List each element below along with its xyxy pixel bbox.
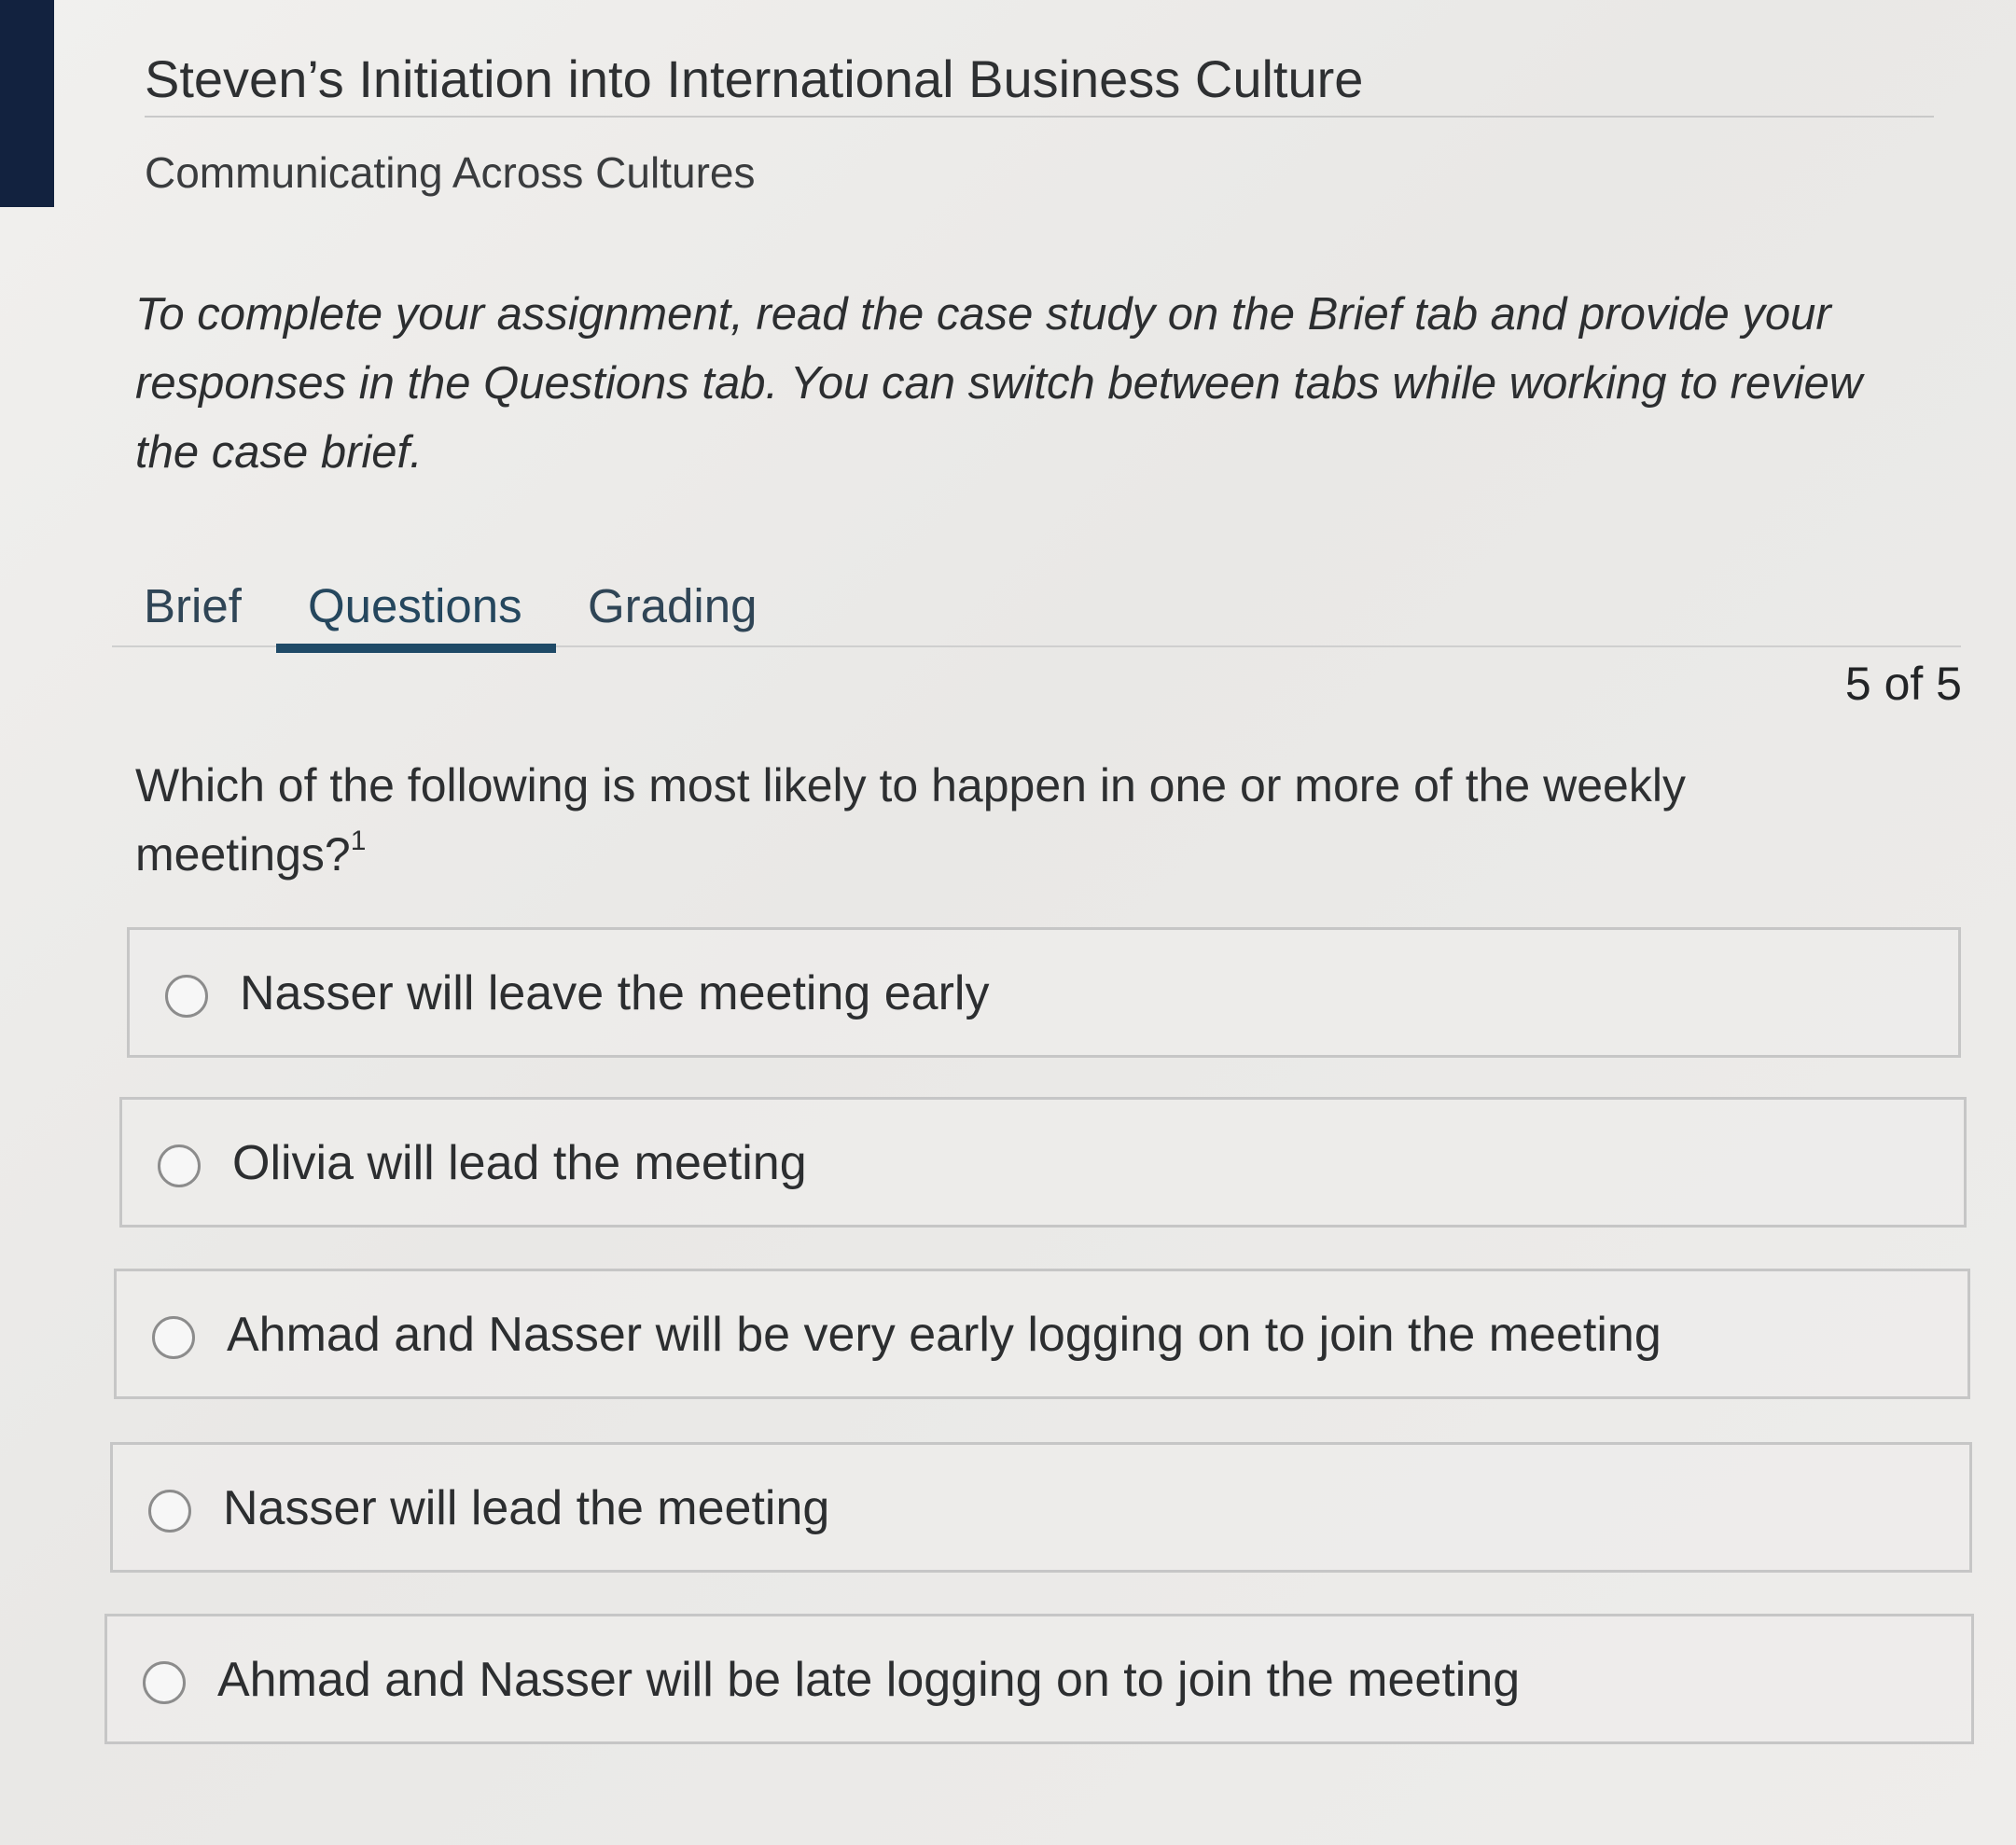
tab-brief[interactable]: Brief	[144, 578, 242, 633]
radio-button[interactable]	[148, 1490, 191, 1533]
answer-option-label: Nasser will lead the meeting	[223, 1481, 830, 1535]
answer-option-5[interactable]: Ahmad and Nasser will be late logging on…	[104, 1614, 1974, 1744]
sidebar-accent-bar	[0, 0, 54, 207]
radio-button[interactable]	[158, 1144, 201, 1187]
tab-grading[interactable]: Grading	[588, 578, 757, 633]
title-divider	[145, 116, 1934, 118]
question-prompt: Which of the following is most likely to…	[135, 751, 1908, 889]
answer-option-label: Ahmad and Nasser will be very early logg…	[227, 1308, 1661, 1362]
answer-option-label: Nasser will leave the meeting early	[240, 966, 990, 1020]
answer-option-2[interactable]: Olivia will lead the meeting	[119, 1097, 1967, 1228]
answer-option-label: Ahmad and Nasser will be late logging on…	[217, 1653, 1521, 1707]
question-text: Which of the following is most likely to…	[135, 759, 1686, 881]
question-counter: 5 of 5	[1844, 658, 1962, 710]
page-subtitle: Communicating Across Cultures	[145, 148, 756, 197]
radio-button[interactable]	[152, 1316, 195, 1359]
answer-option-3[interactable]: Ahmad and Nasser will be very early logg…	[114, 1269, 1970, 1399]
answer-option-4[interactable]: Nasser will lead the meeting	[110, 1442, 1972, 1573]
radio-button[interactable]	[165, 975, 208, 1018]
page-title: Steven’s Initiation into International B…	[145, 49, 1364, 108]
assignment-page: Steven’s Initiation into International B…	[0, 0, 2016, 1845]
tab-questions[interactable]: Questions	[308, 578, 522, 633]
radio-button[interactable]	[143, 1661, 186, 1704]
question-footnote-marker: 1	[350, 825, 367, 856]
tab-bar: Brief Questions Grading	[112, 571, 1961, 653]
active-tab-indicator	[276, 644, 556, 653]
answer-option-label: Olivia will lead the meeting	[232, 1136, 807, 1190]
assignment-instructions: To complete your assignment, read the ca…	[135, 289, 1863, 478]
answer-option-1[interactable]: Nasser will leave the meeting early	[127, 927, 1961, 1058]
